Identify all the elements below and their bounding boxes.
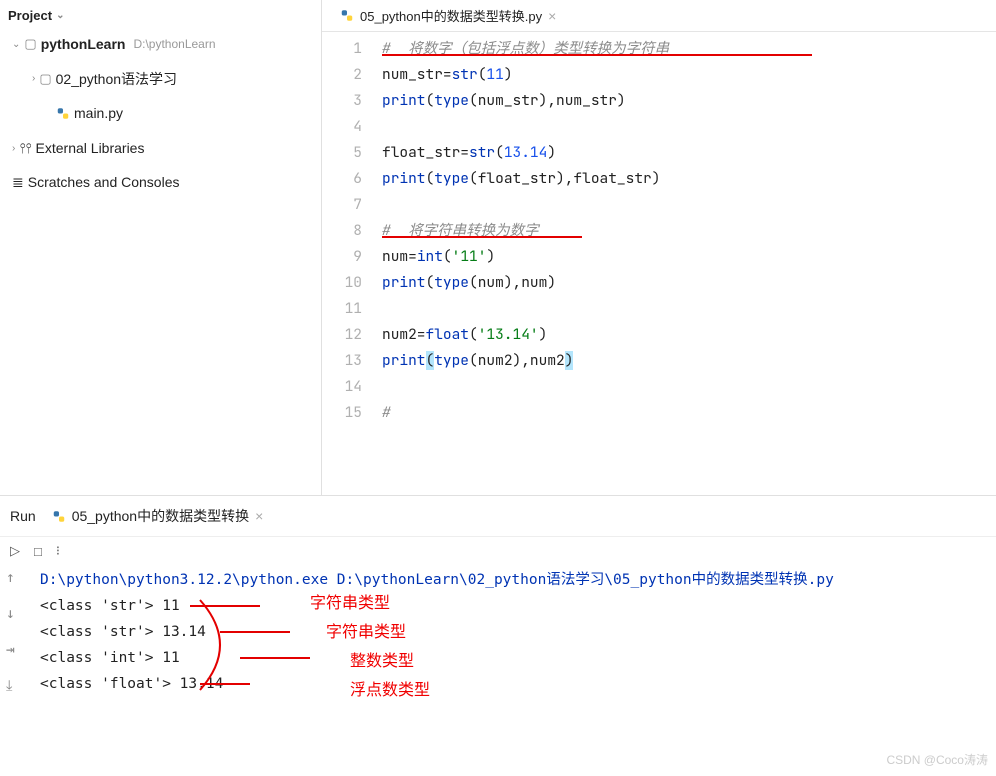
red-connector [240,657,310,659]
folder-icon: ▢ [24,32,36,57]
close-icon[interactable]: × [548,8,556,24]
code-line[interactable]: num_str=str(11) [382,62,996,88]
code-line[interactable]: float_str=str(13.14) [382,140,996,166]
external-libraries[interactable]: › ⫯⫯ External Libraries [0,131,321,166]
code-line[interactable]: # 将字符串转换为数字 [382,218,996,244]
code-lines[interactable]: # 将数字（包括浮点数）类型转换为字符串num_str=str(11)print… [382,36,996,426]
annotation-label: 字符串类型 [310,591,390,617]
run-tab[interactable]: 05_python中的数据类型转换 × [46,502,270,530]
code-line[interactable]: num=int('11') [382,244,996,270]
python-file-icon [52,509,66,523]
more-icon[interactable]: ⁝ [56,543,60,559]
code-line[interactable] [382,374,996,400]
close-icon[interactable]: × [255,508,263,524]
rerun-icon[interactable]: ▷ [10,543,20,559]
tree-file[interactable]: main.py [0,96,321,131]
chevron-down-icon: ⌄ [12,35,20,54]
code-line[interactable]: print(type(num2),num2) [382,348,996,374]
run-output[interactable]: ↑ ↓ ⇥ ⤓ D:\python\python3.12.2\python.ex… [0,565,996,776]
up-icon[interactable]: ↑ [6,565,15,591]
annotation-label: 整数类型 [350,649,414,675]
output-cmd: D:\python\python3.12.2\python.exe D:\pyt… [40,567,986,593]
code-line[interactable]: num2=float('13.14') [382,322,996,348]
output-line: <class 'str'> 13.14 [40,619,986,645]
run-tab-title: 05_python中的数据类型转换 [72,506,249,526]
code-line[interactable] [382,114,996,140]
code-line[interactable]: print(type(float_str),float_str) [382,166,996,192]
annotation-label: 浮点数类型 [350,678,430,704]
output-line: <class 'str'> 11 [40,593,986,619]
editor-panel: 05_python中的数据类型转换.py × 12345678910111213… [322,0,996,495]
folder-icon: ▢ [39,67,51,92]
run-panel: Run 05_python中的数据类型转换 × ▷ □ ⁝ ↑ ↓ ⇥ ⤓ D:… [0,495,996,776]
tab-title: 05_python中的数据类型转换.py [360,6,542,25]
run-header: Run 05_python中的数据类型转换 × [0,496,996,537]
tree-item-label: Scratches and Consoles [28,169,180,196]
red-connector [200,683,250,685]
code-line[interactable] [382,192,996,218]
library-icon: ⫯⫯ [19,135,31,162]
down-icon[interactable]: ↓ [6,601,15,627]
line-gutter: 123456789101112131415 [322,36,382,426]
output-line: <class 'float'> 13.14 [40,671,986,697]
code-editor[interactable]: 123456789101112131415 # 将数字（包括浮点数）类型转换为字… [322,32,996,426]
scratches-icon: ≣ [12,169,24,196]
chevron-down-icon: ⌄ [56,10,64,21]
chevron-right-icon: › [32,69,35,88]
project-panel: Project ⌄ ⌄ ▢ pythonLearn D:\pythonLearn… [0,0,322,495]
root-path: D:\pythonLearn [133,33,215,56]
code-line[interactable]: # [382,400,996,426]
stop-icon[interactable]: □ [34,544,42,559]
root-name: pythonLearn [41,31,126,58]
wrap-icon[interactable]: ⇥ [6,637,15,663]
project-header[interactable]: Project ⌄ [0,4,321,27]
python-file-icon [56,106,70,120]
tree-item-label: External Libraries [36,135,145,162]
watermark: CSDN @Coco涛涛 [886,751,988,768]
code-line[interactable] [382,296,996,322]
tree-item-label: main.py [74,100,123,127]
tree-root[interactable]: ⌄ ▢ pythonLearn D:\pythonLearn [0,27,321,62]
project-header-label: Project [8,8,52,23]
scratches-consoles[interactable]: ≣ Scratches and Consoles [0,165,321,200]
python-file-icon [340,9,354,23]
output-side-icons: ↑ ↓ ⇥ ⤓ [6,565,15,699]
code-line[interactable]: # 将数字（包括浮点数）类型转换为字符串 [382,36,996,62]
run-toolbar: ▷ □ ⁝ [0,537,996,565]
annotation-label: 字符串类型 [326,620,406,646]
tree-folder[interactable]: › ▢ 02_python语法学习 [0,62,321,97]
code-line[interactable]: print(type(num_str),num_str) [382,88,996,114]
red-connector [190,605,260,607]
red-connector [220,631,290,633]
output-line: <class 'int'> 11 [40,645,986,671]
tree-item-label: 02_python语法学习 [56,66,177,93]
chevron-right-icon: › [12,139,15,158]
run-label: Run [10,508,36,524]
editor-tab[interactable]: 05_python中的数据类型转换.py × [332,2,564,29]
editor-tab-bar: 05_python中的数据类型转换.py × [322,0,996,32]
code-line[interactable]: print(type(num),num) [382,270,996,296]
export-icon[interactable]: ⤓ [6,673,15,699]
